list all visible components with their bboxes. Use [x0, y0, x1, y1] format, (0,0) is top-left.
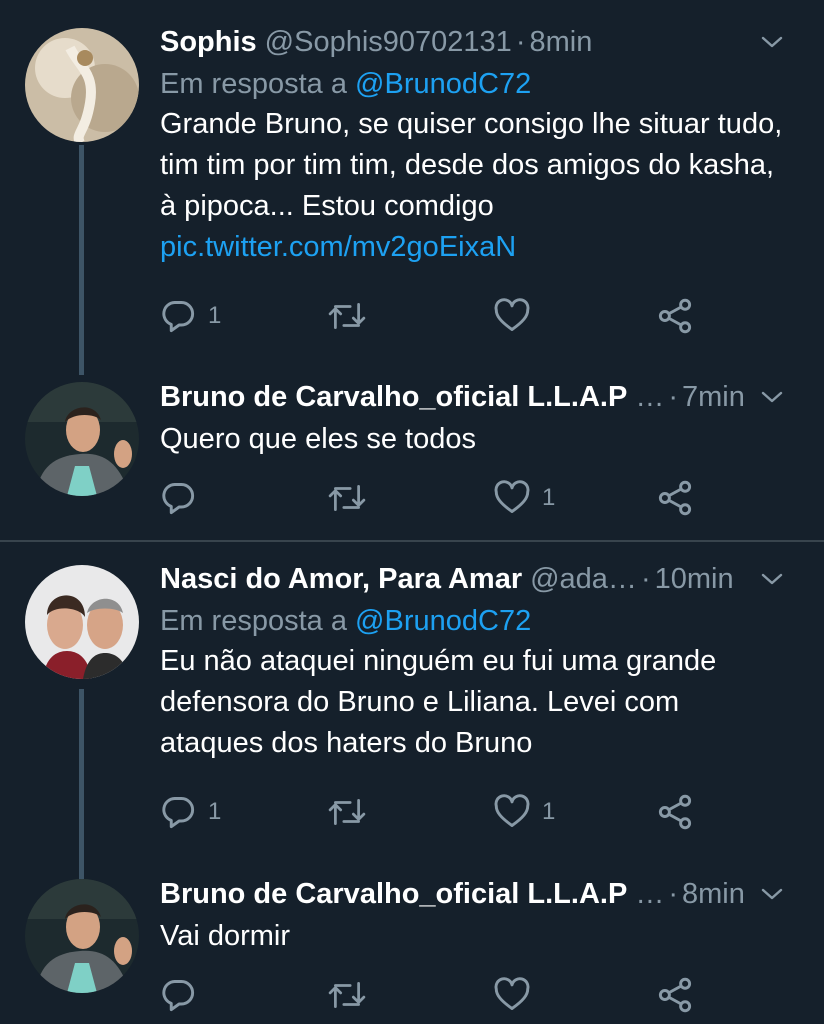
user-handle[interactable]: …	[635, 878, 664, 911]
reply-context: Em resposta a @BrunodC72	[160, 64, 784, 104]
timestamp[interactable]: 10min	[655, 563, 734, 596]
separator: ·	[668, 380, 678, 413]
retweet-button[interactable]	[328, 478, 378, 518]
tweet-text-content: Grande Bruno, se quiser consigo lhe situ…	[160, 108, 783, 222]
like-button[interactable]: 1	[494, 478, 555, 518]
separator: ·	[640, 562, 651, 595]
display-name[interactable]: Bruno de Carvalho_oficial L.L.A.P	[160, 878, 627, 911]
reply-count: 1	[208, 302, 222, 329]
separator: ·	[515, 25, 526, 58]
action-bar: 1	[160, 478, 720, 518]
share-button[interactable]	[657, 792, 693, 832]
like-count: 1	[542, 798, 556, 825]
tweet-body: Bruno de Carvalho_oficial L.L.A.P … · 8m…	[160, 872, 784, 957]
reply-button[interactable]	[160, 975, 208, 1015]
thread-line	[79, 145, 84, 375]
reply-icon	[160, 480, 196, 516]
reply-context: Em resposta a @BrunodC72	[160, 601, 784, 641]
chevron-down-icon[interactable]	[760, 882, 784, 906]
avatar[interactable]	[25, 382, 139, 496]
reply-icon	[160, 977, 196, 1013]
display-name[interactable]: Bruno de Carvalho_oficial L.L.A.P	[160, 381, 627, 414]
tweet-header: Nasci do Amor, Para Amar @ada… · 10min	[160, 557, 784, 601]
share-button[interactable]	[657, 975, 693, 1015]
like-icon	[494, 977, 530, 1013]
share-button[interactable]	[657, 296, 693, 336]
tweet-header: Bruno de Carvalho_oficial L.L.A.P … · 8m…	[160, 872, 784, 916]
reply-prefix: Em resposta a	[160, 68, 347, 100]
reply-icon	[160, 298, 196, 334]
avatar[interactable]	[25, 28, 139, 142]
reply-to-link[interactable]: @BrunodC72	[355, 68, 531, 100]
tweet-body: Sophis @Sophis90702131 · 8min Em respost…	[160, 20, 784, 268]
like-count: 1	[542, 484, 556, 511]
share-icon	[657, 480, 693, 516]
tweet-text-content: Vai dormir	[160, 920, 290, 952]
media-link[interactable]: pic.twitter.com/mv2goEixaN	[160, 227, 784, 268]
tweet-text: Eu não ataquei ninguém eu fui uma grande…	[160, 641, 784, 764]
share-button[interactable]	[657, 478, 693, 518]
reply-prefix: Em resposta a	[160, 605, 347, 637]
reply-icon	[160, 794, 196, 830]
chevron-down-icon[interactable]	[760, 30, 784, 54]
tweet-feed: Sophis @Sophis90702131 · 8min Em respost…	[0, 0, 824, 1024]
retweet-button[interactable]	[328, 975, 378, 1015]
like-button[interactable]	[494, 975, 542, 1015]
like-button[interactable]	[494, 296, 542, 336]
tweet-text: Quero que eles se todos	[160, 419, 784, 460]
chevron-down-icon[interactable]	[760, 385, 784, 409]
timestamp[interactable]: 8min	[529, 26, 592, 59]
tweet-bruno-1[interactable]: Bruno de Carvalho_oficial L.L.A.P … · 7m…	[0, 370, 824, 540]
tweet-body: Bruno de Carvalho_oficial L.L.A.P … · 7m…	[160, 375, 784, 460]
like-icon	[494, 298, 530, 334]
retweet-icon	[328, 795, 366, 829]
retweet-icon	[328, 299, 366, 333]
tweet-text: Vai dormir	[160, 916, 784, 957]
retweet-button[interactable]	[328, 296, 378, 336]
share-icon	[657, 794, 693, 830]
tweet-text: Grande Bruno, se quiser consigo lhe situ…	[160, 104, 784, 268]
retweet-icon	[328, 481, 366, 515]
action-bar: 1	[160, 296, 720, 336]
action-bar: 1 1	[160, 792, 720, 832]
timestamp[interactable]: 7min	[682, 381, 745, 414]
thread-line	[79, 689, 84, 879]
user-handle[interactable]: @ada…	[530, 563, 637, 596]
reply-button[interactable]: 1	[160, 296, 221, 336]
avatar[interactable]	[25, 879, 139, 993]
display-name[interactable]: Nasci do Amor, Para Amar	[160, 563, 522, 596]
tweet-text-content: Eu não ataquei ninguém eu fui uma grande…	[160, 645, 717, 759]
tweet-nasci-do-amor[interactable]: Nasci do Amor, Para Amar @ada… · 10min E…	[0, 542, 824, 879]
separator: ·	[668, 877, 678, 910]
retweet-icon	[328, 978, 366, 1012]
tweet-bruno-2[interactable]: Bruno de Carvalho_oficial L.L.A.P … · 8m…	[0, 867, 824, 1024]
reply-button[interactable]: 1	[160, 792, 221, 832]
like-icon	[494, 794, 530, 830]
chevron-down-icon[interactable]	[760, 567, 784, 591]
action-bar	[160, 975, 720, 1015]
reply-button[interactable]	[160, 478, 208, 518]
timestamp[interactable]: 8min	[682, 878, 745, 911]
reply-to-link[interactable]: @BrunodC72	[355, 605, 531, 637]
user-handle[interactable]: @Sophis90702131	[265, 26, 512, 59]
tweet-header: Sophis @Sophis90702131 · 8min	[160, 20, 784, 64]
share-icon	[657, 298, 693, 334]
retweet-button[interactable]	[328, 792, 378, 832]
tweet-sophis[interactable]: Sophis @Sophis90702131 · 8min Em respost…	[0, 0, 824, 375]
like-button[interactable]: 1	[494, 792, 555, 832]
tweet-text-content: Quero que eles se todos	[160, 423, 476, 455]
reply-count: 1	[208, 798, 222, 825]
like-icon	[494, 480, 530, 516]
display-name[interactable]: Sophis	[160, 26, 257, 59]
tweet-body: Nasci do Amor, Para Amar @ada… · 10min E…	[160, 557, 784, 764]
user-handle[interactable]: …	[635, 381, 664, 414]
share-icon	[657, 977, 693, 1013]
tweet-header: Bruno de Carvalho_oficial L.L.A.P … · 7m…	[160, 375, 784, 419]
avatar[interactable]	[25, 565, 139, 679]
